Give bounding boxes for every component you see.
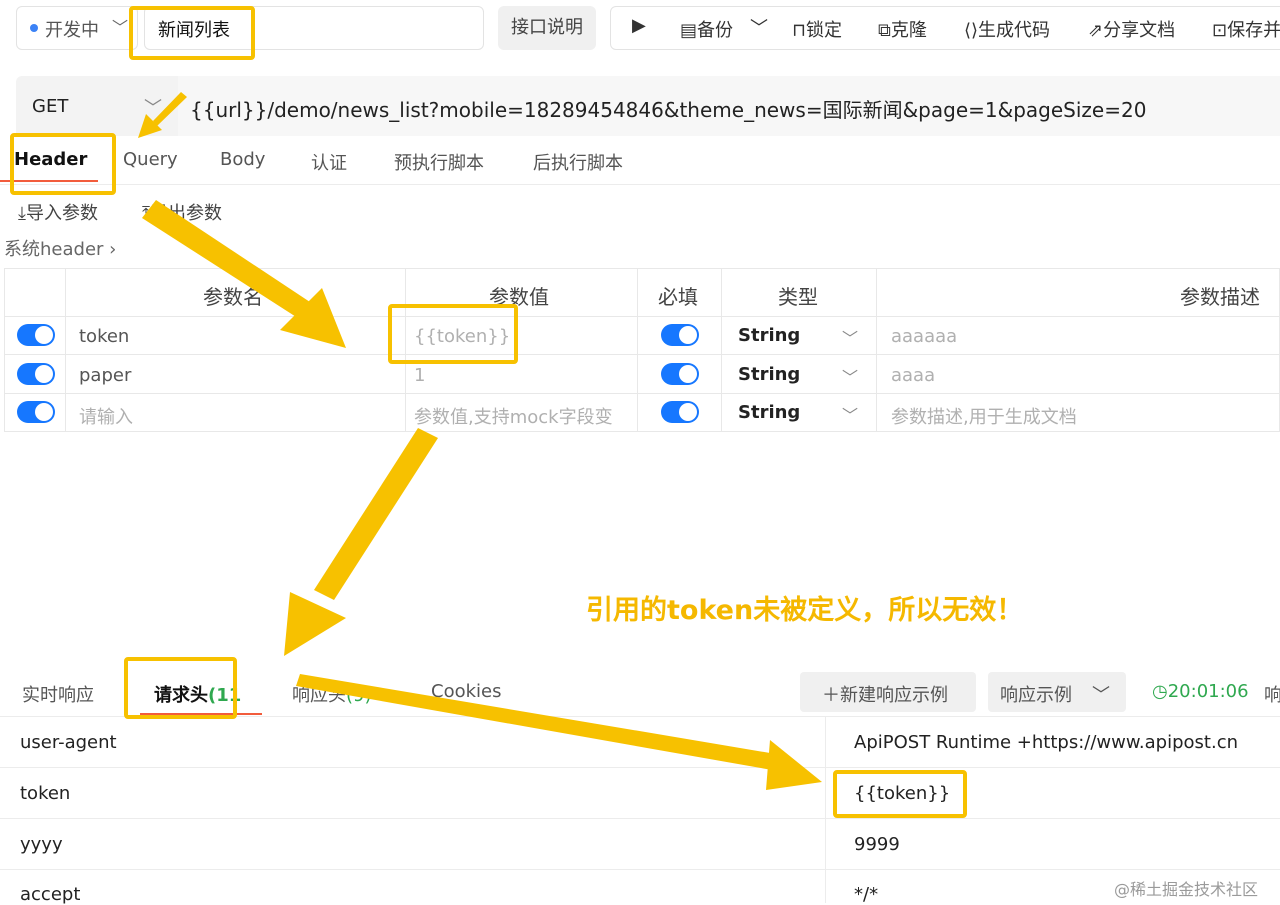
tab-pre-script[interactable]: 预执行脚本	[394, 149, 484, 175]
chevron-down-icon[interactable]: ﹀	[144, 94, 162, 120]
tab-body[interactable]: Body	[220, 149, 265, 170]
header-key: accept	[20, 884, 81, 905]
param-desc[interactable]: aaaa	[891, 365, 935, 386]
share-icon: ⇗	[1088, 20, 1104, 41]
response-example-label: 响应示例	[1000, 685, 1072, 706]
backup-button[interactable]: ▤备份	[680, 16, 733, 42]
header-key: yyyy	[20, 834, 63, 855]
highlight-token-value	[388, 304, 518, 364]
param-value-input[interactable]: 参数值,支持mock字段变	[414, 403, 613, 429]
required-toggle[interactable]	[661, 401, 699, 423]
tabs-divider	[0, 184, 1280, 185]
params-table	[4, 268, 1280, 432]
column-header-desc: 参数描述	[1180, 285, 1260, 309]
response-time: ◷20:01:06	[1152, 681, 1249, 702]
highlight-header-tab	[10, 133, 116, 195]
clock-icon: ◷	[1152, 681, 1168, 702]
row-enable-toggle[interactable]	[17, 324, 55, 346]
arrow-shape	[284, 592, 346, 656]
response-headers-count: (9)	[346, 685, 372, 706]
arrow-shape	[766, 740, 822, 790]
arrow-shape	[314, 428, 438, 600]
highlight-request-headers-tab	[124, 657, 237, 719]
tab-auth[interactable]: 认证	[311, 149, 347, 175]
tab-query[interactable]: Query	[123, 149, 178, 170]
chevron-right-icon: ›	[109, 239, 117, 260]
backup-dropdown-icon[interactable]: ﹀	[750, 14, 768, 40]
save-icon: ⊡	[1212, 20, 1228, 41]
status-dot-icon	[30, 24, 38, 32]
watermark: @稀土掘金技术社区	[1114, 880, 1259, 899]
chevron-down-icon[interactable]: ﹀	[842, 402, 858, 426]
tab-post-script[interactable]: 后执行脚本	[533, 149, 623, 175]
row-enable-toggle[interactable]	[17, 363, 55, 385]
upload-icon: ⤒	[142, 203, 150, 224]
param-name[interactable]: token	[79, 326, 129, 347]
send-icon[interactable]: ▶	[632, 15, 646, 36]
header-key: user-agent	[20, 732, 117, 753]
lock-button[interactable]: ⊓锁定	[792, 16, 842, 42]
import-params-button[interactable]: ⤓导入参数	[18, 199, 98, 225]
backup-icon: ▤	[680, 20, 698, 41]
save-button[interactable]: ⊡保存并	[1212, 16, 1280, 42]
chevron-down-icon[interactable]: ﹀	[112, 14, 128, 38]
clone-button[interactable]: ⧉克隆	[878, 16, 927, 42]
chevron-down-icon[interactable]: ﹀	[842, 364, 858, 388]
column-header-required: 必填	[658, 285, 698, 309]
param-name-input[interactable]: 请输入	[79, 403, 133, 429]
download-icon: ⤓	[18, 203, 26, 224]
status-label: 开发中	[45, 20, 99, 41]
tab-cookies[interactable]: Cookies	[431, 681, 501, 702]
header-value: 9999	[854, 834, 900, 855]
param-desc[interactable]: aaaaaa	[891, 326, 957, 347]
response-trailing-label: 响	[1264, 685, 1280, 706]
chevron-down-icon[interactable]: ﹀	[1092, 681, 1110, 707]
param-desc-input[interactable]: 参数描述,用于生成文档	[891, 403, 1077, 429]
header-value: ApiPOST Runtime +https://www.apipost.cn	[854, 732, 1239, 753]
highlight-token-response	[833, 770, 967, 818]
param-value[interactable]: 1	[414, 365, 425, 386]
type-select[interactable]: String	[738, 364, 800, 385]
highlight-api-name	[129, 6, 255, 60]
system-header-toggle[interactable]: 系统header ›	[4, 235, 116, 261]
share-doc-button[interactable]: ⇗分享文档	[1088, 16, 1175, 42]
method-value: GET	[32, 96, 69, 117]
new-example-label: ＋新建响应示例	[822, 685, 948, 706]
api-doc-button[interactable]: 接口说明	[498, 6, 596, 50]
header-key: token	[20, 783, 71, 804]
export-params-button[interactable]: ⤒导出参数	[142, 199, 222, 225]
annotation-text: 引用的token未被定义，所以无效！	[586, 595, 1024, 626]
required-toggle[interactable]	[661, 324, 699, 346]
url-value: {{url}}/demo/news_list?mobile=1828945484…	[190, 98, 1147, 122]
lock-icon: ⊓	[792, 20, 807, 41]
tab-response-headers[interactable]: 响应头(9)	[292, 681, 372, 707]
clone-icon: ⧉	[878, 20, 891, 41]
type-select[interactable]: String	[738, 325, 800, 346]
param-name[interactable]: paper	[79, 365, 131, 386]
column-header-name: 参数名	[203, 285, 263, 309]
plus-icon: ＋	[822, 685, 840, 706]
code-icon: ⟨⟩	[964, 20, 979, 41]
generate-code-button[interactable]: ⟨⟩生成代码	[964, 16, 1050, 42]
header-value: */*	[854, 884, 879, 905]
tab-realtime-response[interactable]: 实时响应	[22, 681, 94, 707]
chevron-down-icon[interactable]: ﹀	[842, 325, 858, 349]
column-header-type: 类型	[778, 285, 818, 309]
type-select[interactable]: String	[738, 402, 800, 423]
required-toggle[interactable]	[661, 363, 699, 385]
row-enable-toggle[interactable]	[17, 401, 55, 423]
